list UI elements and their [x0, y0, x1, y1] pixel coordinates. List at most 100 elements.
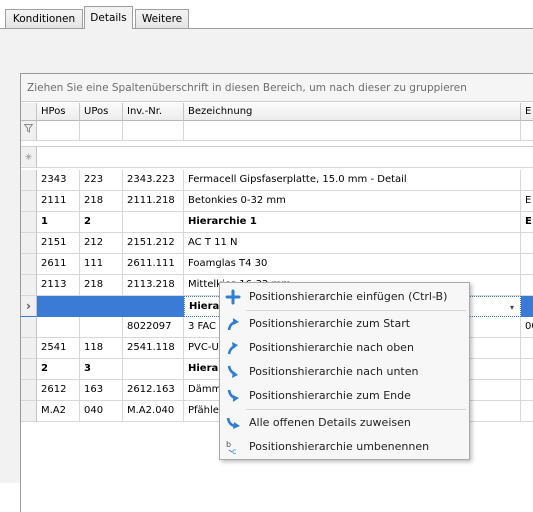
cell-hpos[interactable]: 2343	[37, 170, 80, 191]
cell-upos[interactable]: 040	[80, 401, 123, 422]
cell-upos[interactable]: 163	[80, 380, 123, 401]
menu-item-move-up[interactable]: Positionshierarchie nach oben	[220, 336, 469, 360]
menu-item-insert-hierarchy[interactable]: Positionshierarchie einfügen (Ctrl-B)	[220, 285, 469, 309]
cell-hpos[interactable]: 2612	[37, 380, 80, 401]
cell-hpos[interactable]	[37, 296, 80, 317]
cell-extra[interactable]	[521, 170, 533, 191]
row-indicator[interactable]	[21, 338, 37, 359]
cell-extra[interactable]: 00X21MM	[521, 317, 533, 338]
row-indicator[interactable]	[21, 359, 37, 380]
cell-hpos[interactable]: 2611	[37, 254, 80, 275]
tab-konditionen[interactable]: Konditionen	[5, 9, 83, 28]
cell-text: Fermacell Gipsfaserplatte, 15.0 mm - Det…	[188, 174, 407, 185]
row-indicator[interactable]	[21, 233, 37, 254]
menu-separator	[246, 310, 466, 311]
cell-inv-nr[interactable]: 2113.218	[123, 275, 184, 296]
menu-item-assign-details[interactable]: Alle offenen Details zuweisen	[220, 411, 469, 435]
cell-text: 040	[84, 405, 104, 416]
cell-hpos[interactable]: 2111	[37, 191, 80, 212]
menu-item-to-end[interactable]: Positionshierarchie zum Ende	[220, 384, 469, 408]
tab-weitere[interactable]: Weitere	[135, 9, 189, 28]
cell-upos[interactable]	[80, 296, 123, 317]
cell-upos[interactable]: 118	[80, 338, 123, 359]
cell-extra[interactable]: E	[521, 191, 533, 212]
table-row[interactable]: 2343 223 2343.223 Fermacell Gipsfaserplatte…	[21, 170, 533, 191]
filter-hpos[interactable]	[37, 121, 80, 141]
cell-inv-nr[interactable]: 2151.212	[123, 233, 184, 254]
cell-extra[interactable]	[521, 359, 533, 380]
row-indicator[interactable]	[21, 212, 37, 233]
menu-item-label: Alle offenen Details zuweisen	[249, 416, 411, 429]
cell-hpos[interactable]: 2	[37, 359, 80, 380]
column-header-bezeichnung[interactable]: Bezeichnung	[184, 103, 521, 121]
cell-extra[interactable]	[521, 233, 533, 254]
filter-bezeichnung[interactable]	[184, 121, 521, 141]
cell-extra[interactable]	[521, 296, 533, 317]
cell-inv-nr[interactable]: 2541.118	[123, 338, 184, 359]
cell-hpos[interactable]: 2151	[37, 233, 80, 254]
cell-hpos[interactable]: 1	[37, 212, 80, 233]
new-item-row-cell[interactable]	[37, 146, 533, 168]
filter-upos[interactable]	[80, 121, 123, 141]
cell-inv-nr[interactable]	[123, 296, 184, 317]
cell-inv-nr[interactable]: 2343.223	[123, 170, 184, 191]
column-header-upos[interactable]: UPos	[80, 103, 123, 121]
cell-bezeichnung[interactable]: Betonkies 0-32 mm	[184, 191, 521, 212]
cell-text: E	[525, 195, 532, 206]
filter-inv-nr[interactable]	[123, 121, 184, 141]
cell-upos[interactable]: 212	[80, 233, 123, 254]
new-item-row[interactable]: ✳	[21, 146, 533, 168]
cell-upos[interactable]: 218	[80, 275, 123, 296]
cell-extra[interactable]	[521, 338, 533, 359]
row-indicator[interactable]	[21, 380, 37, 401]
menu-item-rename-hierarchy[interactable]: bc Positionshierarchie umbenennen	[220, 435, 469, 459]
table-row[interactable]: 2111 218 2111.218 Betonkies 0-32 mm E	[21, 191, 533, 212]
row-indicator[interactable]	[21, 254, 37, 275]
group-by-panel[interactable]: Ziehen Sie eine Spaltenüberschrift in di…	[21, 74, 533, 102]
cell-hpos[interactable]: 2113	[37, 275, 80, 296]
table-row[interactable]: 2151 212 2151.212 AC T 11 N	[21, 233, 533, 254]
column-header-extra[interactable]: E	[521, 103, 533, 121]
column-header-hpos[interactable]: HPos	[37, 103, 80, 121]
cell-inv-nr[interactable]: 2611.111	[123, 254, 184, 275]
row-indicator[interactable]	[21, 275, 37, 296]
cell-extra[interactable]	[521, 254, 533, 275]
chevron-down-icon[interactable]: ▾	[510, 298, 514, 316]
column-header-inv-nr[interactable]: Inv.-Nr.	[123, 103, 184, 121]
cell-upos[interactable]: 218	[80, 191, 123, 212]
filter-extra[interactable]	[521, 121, 533, 141]
cell-upos[interactable]	[80, 317, 123, 338]
cell-hpos[interactable]: 2541	[37, 338, 80, 359]
cell-inv-nr[interactable]: 2612.163	[123, 380, 184, 401]
row-indicator[interactable]	[21, 170, 37, 191]
row-indicator-current[interactable]: ›	[21, 296, 37, 317]
cell-inv-nr[interactable]: 2111.218	[123, 191, 184, 212]
cell-bezeichnung[interactable]: Foamglas T4 30	[184, 254, 521, 275]
cell-upos[interactable]: 223	[80, 170, 123, 191]
cell-hpos[interactable]	[37, 317, 80, 338]
cell-inv-nr[interactable]	[123, 359, 184, 380]
cell-bezeichnung[interactable]: Hierarchie 1	[184, 212, 521, 233]
cell-extra[interactable]	[521, 275, 533, 296]
cell-extra[interactable]: E	[521, 212, 533, 233]
cell-inv-nr[interactable]	[123, 212, 184, 233]
row-indicator[interactable]	[21, 317, 37, 338]
cell-hpos[interactable]: M.A2	[37, 401, 80, 422]
table-row[interactable]: 1 2 Hierarchie 1 E	[21, 212, 533, 233]
cell-upos[interactable]: 3	[80, 359, 123, 380]
cell-extra[interactable]	[521, 380, 533, 401]
table-row[interactable]: 2611 111 2611.111 Foamglas T4 30	[21, 254, 533, 275]
cell-extra[interactable]	[521, 401, 533, 422]
tab-details[interactable]: Details	[84, 6, 133, 29]
cell-bezeichnung[interactable]: Fermacell Gipsfaserplatte, 15.0 mm - Det…	[184, 170, 521, 191]
cell-inv-nr[interactable]: 8022097	[123, 317, 184, 338]
cell-upos[interactable]: 111	[80, 254, 123, 275]
row-indicator[interactable]	[21, 191, 37, 212]
menu-item-to-start[interactable]: Positionshierarchie zum Start	[220, 312, 469, 336]
cell-upos[interactable]: 2	[80, 212, 123, 233]
cell-bezeichnung[interactable]: AC T 11 N	[184, 233, 521, 254]
cell-inv-nr[interactable]: M.A2.040	[123, 401, 184, 422]
header-indicator	[21, 103, 37, 121]
row-indicator[interactable]	[21, 401, 37, 422]
menu-item-move-down[interactable]: Positionshierarchie nach unten	[220, 360, 469, 384]
